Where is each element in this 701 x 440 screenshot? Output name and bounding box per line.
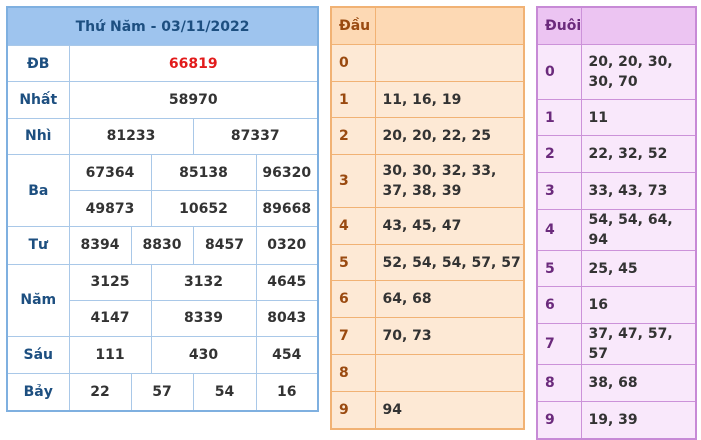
prize-label-db: ĐB (6, 45, 70, 83)
duoi-key: 6 (536, 286, 582, 324)
duoi-key: 5 (536, 250, 582, 287)
dau-key: 3 (330, 154, 376, 208)
prize-sau-value: 454 (255, 335, 319, 375)
dau-values: 43, 45, 47 (374, 207, 525, 245)
duoi-values: 16 (580, 286, 697, 324)
dau-header-blank (374, 6, 525, 45)
prize-nam-value: 4645 (255, 263, 319, 301)
dau-key: 7 (330, 317, 376, 355)
prize-ba-value: 85138 (150, 153, 257, 192)
prize-bay-value: 22 (68, 373, 132, 412)
prize-nam-value: 3132 (150, 263, 257, 301)
prize-label-sau: Sáu (6, 335, 70, 375)
duoi-key: 3 (536, 172, 582, 210)
duoi-header: Đuôi (536, 6, 582, 45)
prize-label-tu: Tư (6, 226, 70, 265)
prize-label-nhi: Nhì (6, 117, 70, 155)
duoi-table: Đuôi 0 20, 20, 30, 30, 70 1 11 2 22, 32, 52… (536, 6, 697, 440)
prize-ba-value: 89668 (255, 190, 319, 228)
dau-key: 2 (330, 117, 376, 155)
dau-values: 30, 30, 32, 33, 37, 38, 39 (374, 154, 525, 208)
prize-bay-value: 57 (130, 373, 194, 412)
dau-key: 0 (330, 44, 376, 82)
dau-header: Đầu (330, 6, 376, 45)
prize-nam-value: 8043 (255, 299, 319, 337)
duoi-values: 20, 20, 30, 30, 70 (580, 44, 697, 100)
duoi-key: 9 (536, 401, 582, 439)
duoi-values: 37, 47, 57, 57 (580, 323, 697, 365)
prize-tu-value: 8830 (130, 226, 194, 265)
prize-nam-value: 3125 (68, 263, 152, 301)
dau-values: 11, 16, 19 (374, 81, 525, 118)
dau-values: 52, 54, 54, 57, 57 (374, 244, 525, 281)
dau-values (374, 44, 525, 82)
prize-ba-value: 67364 (68, 153, 152, 192)
dau-key: 4 (330, 207, 376, 245)
dau-table: Đầu 0 1 11, 16, 19 2 20, 20, 22, 25 3 30, 3… (330, 6, 525, 430)
duoi-key: 4 (536, 209, 582, 251)
dau-values: 20, 20, 22, 25 (374, 117, 525, 155)
duoi-values: 19, 39 (580, 401, 697, 439)
duoi-values: 25, 45 (580, 250, 697, 287)
prize-ba-value: 96320 (255, 153, 319, 192)
dau-key: 6 (330, 280, 376, 318)
duoi-values: 11 (580, 99, 697, 136)
prize-label-ba: Ba (6, 153, 70, 228)
duoi-key: 0 (536, 44, 582, 100)
duoi-values: 22, 32, 52 (580, 135, 697, 173)
prize-tu-value: 8457 (192, 226, 257, 265)
prize-sau-value: 430 (150, 335, 257, 375)
prize-nam-value: 8339 (150, 299, 257, 337)
prize-label-nam: Năm (6, 263, 70, 337)
results-title: Thứ Năm - 03/11/2022 (6, 6, 319, 47)
prize-ba-value: 10652 (150, 190, 257, 228)
prize-nhi-value: 87337 (192, 117, 319, 155)
duoi-header-blank (580, 6, 697, 45)
duoi-key: 2 (536, 135, 582, 173)
duoi-key: 8 (536, 364, 582, 402)
prize-bay-value: 16 (255, 373, 319, 412)
duoi-values: 33, 43, 73 (580, 172, 697, 210)
prize-label-nhat: Nhất (6, 81, 70, 119)
prize-nhi-value: 81233 (68, 117, 194, 155)
dau-values: 94 (374, 391, 525, 429)
dau-key: 1 (330, 81, 376, 118)
prize-nam-value: 4147 (68, 299, 152, 337)
prize-ba-value: 49873 (68, 190, 152, 228)
prize-sau-value: 111 (68, 335, 152, 375)
dau-values: 70, 73 (374, 317, 525, 355)
prize-nhat-value: 58970 (68, 81, 319, 119)
duoi-values: 38, 68 (580, 364, 697, 402)
prize-label-bay: Bảy (6, 373, 70, 412)
dau-key: 9 (330, 391, 376, 429)
dau-values: 64, 68 (374, 280, 525, 318)
prize-db-value: 66819 (68, 45, 319, 83)
prize-tu-value: 0320 (255, 226, 319, 265)
dau-key: 5 (330, 244, 376, 281)
duoi-key: 1 (536, 99, 582, 136)
duoi-values: 54, 54, 64, 94 (580, 209, 697, 251)
prize-bay-value: 54 (192, 373, 257, 412)
dau-values (374, 354, 525, 392)
results-table: Thứ Năm - 03/11/2022 ĐB 66819 Nhất 58970… (6, 6, 320, 412)
duoi-key: 7 (536, 323, 582, 365)
prize-tu-value: 8394 (68, 226, 132, 265)
dau-key: 8 (330, 354, 376, 392)
